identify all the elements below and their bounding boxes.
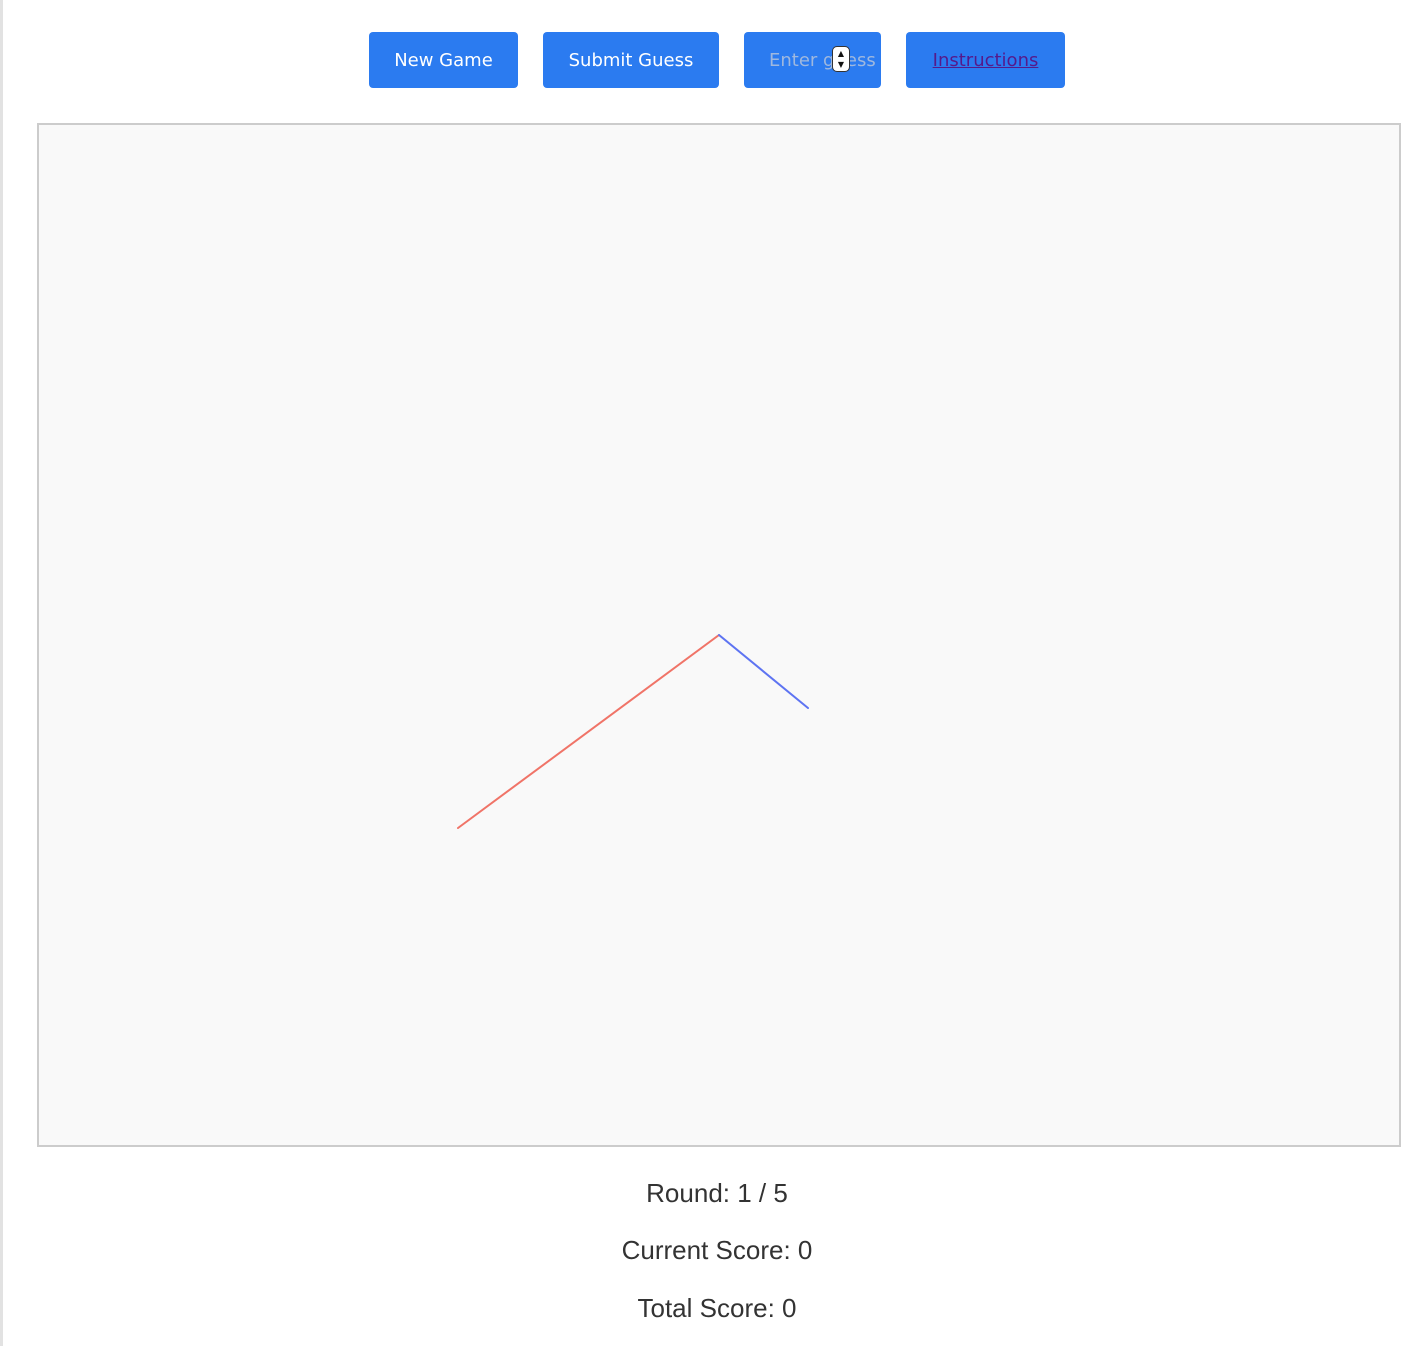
game-board[interactable] [37,123,1401,1147]
current-score: Current Score: 0 [0,1235,1426,1266]
angle-arm-blue [718,634,809,709]
angle-arm-red [457,634,720,829]
total-score: Total Score: 0 [0,1293,1426,1324]
round-value: 1 / 5 [737,1178,788,1208]
instructions-link[interactable]: Instructions [933,50,1039,71]
submit-guess-button[interactable]: Submit Guess [543,32,719,88]
round-indicator: Round: 1 / 5 [0,1178,1426,1209]
spinner-up-icon[interactable]: ▲ [838,49,844,58]
page-left-border [0,0,3,1346]
number-spinner[interactable]: ▲ ▼ [832,46,850,72]
round-label: Round: [646,1178,730,1208]
total-score-label: Total Score: [637,1293,775,1323]
angle-canvas [457,634,809,829]
new-game-button[interactable]: New Game [369,32,518,88]
guess-input-wrapper: ▲ ▼ [744,32,881,88]
control-bar: New Game Submit Guess ▲ ▼ Instructions [0,32,1426,88]
total-score-value: 0 [782,1293,797,1323]
current-score-label: Current Score: [621,1235,791,1265]
spinner-down-icon[interactable]: ▼ [838,60,844,69]
instructions-button[interactable]: Instructions [906,32,1065,88]
guess-input[interactable] [744,32,881,88]
current-score-value: 0 [797,1235,813,1265]
